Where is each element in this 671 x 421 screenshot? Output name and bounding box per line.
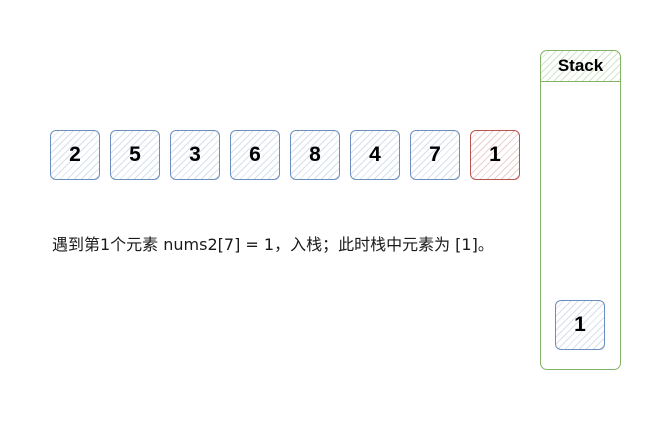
array-cell-6: 7 bbox=[410, 130, 460, 180]
array-cell-5: 4 bbox=[350, 130, 400, 180]
array-cell-3: 6 bbox=[230, 130, 280, 180]
array-cell-4: 8 bbox=[290, 130, 340, 180]
stack-title: Stack bbox=[541, 51, 620, 82]
array-cell-7-current: 1 bbox=[470, 130, 520, 180]
step-caption: 遇到第1个元素 nums2[7] = 1，入栈；此时栈中元素为 [1]。 bbox=[52, 235, 494, 254]
array-cell-2: 3 bbox=[170, 130, 220, 180]
array-cell-0: 2 bbox=[50, 130, 100, 180]
array-cell-1: 5 bbox=[110, 130, 160, 180]
stack-item-0: 1 bbox=[555, 300, 605, 350]
